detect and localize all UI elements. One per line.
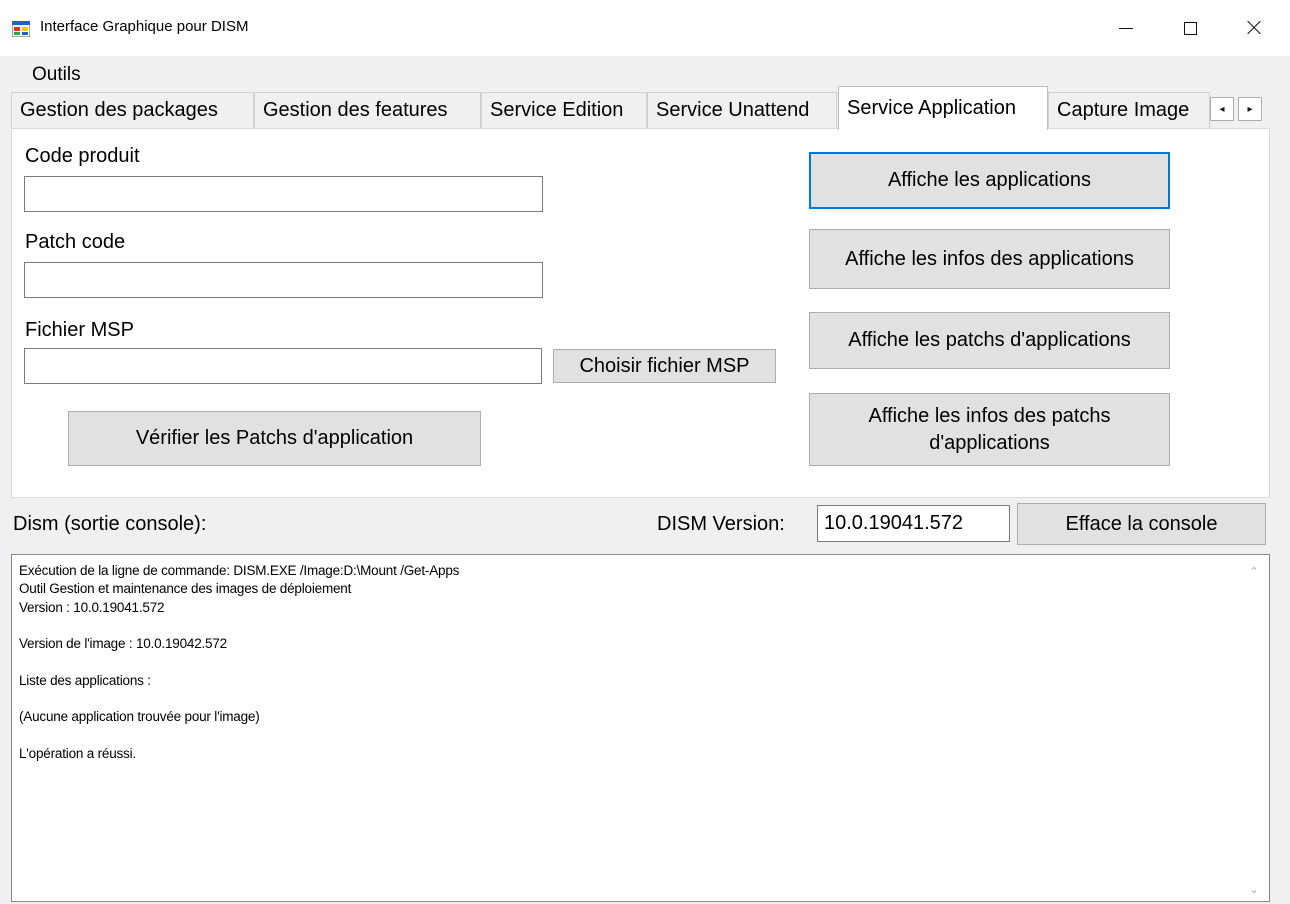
show-app-infos-button[interactable]: Affiche les infos des applications	[809, 229, 1170, 289]
show-app-patches-button[interactable]: Affiche les patchs d'applications	[809, 312, 1170, 369]
console-output[interactable]: Exécution de la ligne de commande: DISM.…	[11, 554, 1270, 902]
maximize-icon	[1183, 21, 1197, 35]
menu-item-outils[interactable]: Outils	[20, 64, 93, 86]
close-button[interactable]	[1222, 0, 1286, 56]
code-produit-input[interactable]	[24, 176, 543, 212]
tab-gestion-features[interactable]: Gestion des features	[254, 92, 481, 128]
close-icon	[1247, 21, 1261, 35]
console-label: Dism (sortie console):	[13, 513, 207, 535]
app-window-icon	[12, 21, 30, 37]
minimize-button[interactable]	[1094, 0, 1158, 56]
tab-capture-image[interactable]: Capture Image	[1048, 92, 1210, 128]
patch-code-label: Patch code	[25, 231, 126, 253]
fichier-msp-input[interactable]	[24, 348, 542, 384]
fichier-msp-label: Fichier MSP	[25, 319, 134, 341]
show-apps-button[interactable]: Affiche les applications	[809, 152, 1170, 209]
console-output-text: Exécution de la ligne de commande: DISM.…	[19, 563, 460, 761]
minimize-icon	[1119, 27, 1133, 29]
tab-scroll-left-icon[interactable]: ◂	[1210, 97, 1234, 121]
scroll-up-icon[interactable]: ⌃	[1249, 565, 1259, 578]
patch-code-input[interactable]	[24, 262, 543, 298]
code-produit-label: Code produit	[25, 145, 140, 167]
choose-msp-button[interactable]: Choisir fichier MSP	[553, 349, 776, 383]
tab-gestion-packages[interactable]: Gestion des packages	[11, 92, 254, 128]
maximize-button[interactable]	[1158, 0, 1222, 56]
window-title: Interface Graphique pour DISM	[40, 18, 249, 35]
verify-patches-button[interactable]: Vérifier les Patchs d'application	[68, 411, 481, 466]
tab-service-edition[interactable]: Service Edition	[481, 92, 647, 128]
clear-console-button[interactable]: Efface la console	[1017, 503, 1266, 545]
scroll-down-icon[interactable]: ⌄	[1249, 883, 1259, 896]
menu-bar	[0, 56, 1290, 90]
tab-scroll-right-icon[interactable]: ▸	[1238, 97, 1262, 121]
dism-version-field[interactable]	[817, 505, 1010, 542]
tab-service-application[interactable]: Service Application	[838, 86, 1048, 130]
dism-version-label: DISM Version:	[657, 513, 785, 535]
show-patch-infos-button[interactable]: Affiche les infos des patchs d'applicati…	[809, 393, 1170, 466]
tab-service-unattend[interactable]: Service Unattend	[647, 92, 837, 128]
